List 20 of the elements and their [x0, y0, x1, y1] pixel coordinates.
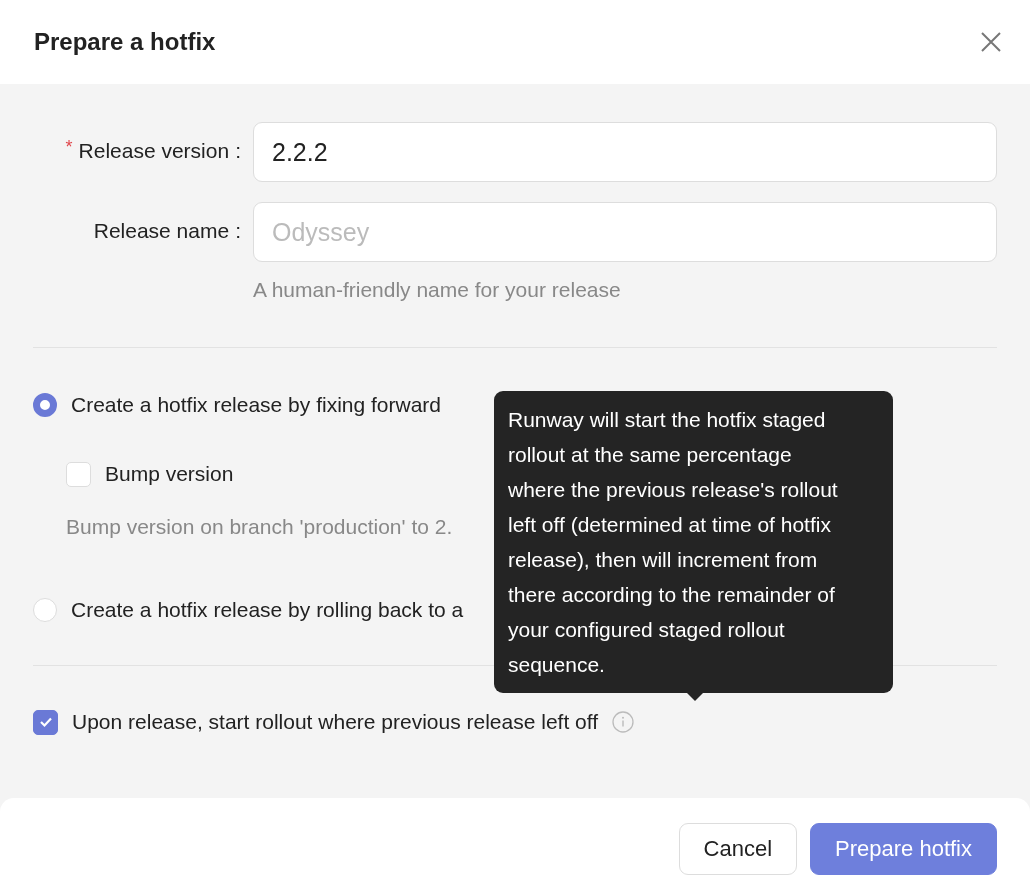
- checkbox-label: Upon release, start rollout where previous release left off: [72, 710, 599, 734]
- dialog-title: Prepare a hotfix: [34, 28, 216, 56]
- required-asterisk: *: [65, 136, 73, 158]
- option-label: Create a hotfix release by rolling back to a: [71, 598, 464, 622]
- help-text: A human-friendly name for your release: [253, 278, 622, 302]
- colon: :: [235, 219, 241, 243]
- close-icon[interactable]: [980, 31, 1002, 53]
- help-text: Bump version on branch 'production' to 2.: [66, 515, 453, 539]
- checkbox-label: Bump version: [105, 462, 234, 486]
- tooltip-text: Runway will start the hotfix staged rollout at the same percentage where the previous release's rollout left off (determined at time of hotfix release), then will increment from there according to the remainder of your configured staged rollout sequence.: [508, 407, 839, 678]
- colon: :: [235, 139, 241, 163]
- field-label: Release version: [78, 139, 230, 163]
- option-label: Create a hotfix release by fixing forward: [71, 393, 441, 417]
- cancel-button[interactable]: Cancel: [678, 823, 798, 875]
- text-field[interactable]: 2.2.2: [253, 122, 997, 182]
- text-field[interactable]: Odyssey: [253, 202, 997, 262]
- primary-button[interactable]: Prepare hotfix: [810, 823, 997, 875]
- radio-button[interactable]: [33, 393, 57, 417]
- checkbox[interactable]: [33, 709, 58, 735]
- field-label: Release name: [93, 219, 230, 243]
